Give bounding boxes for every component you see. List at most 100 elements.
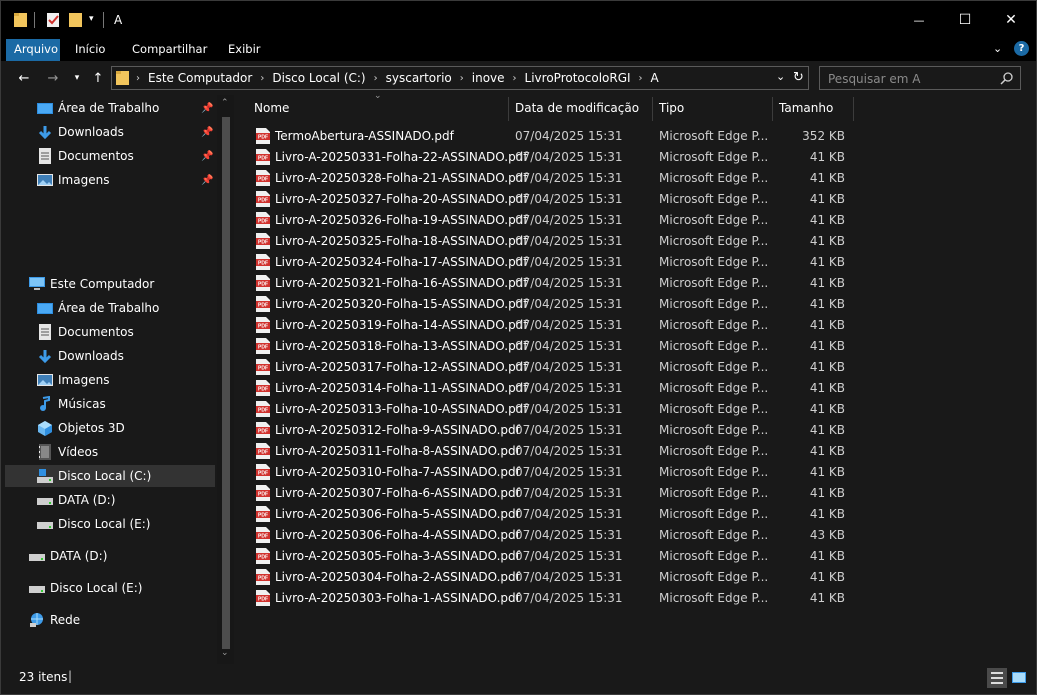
table-row[interactable]: PDF Livro-A-20250311-Folha-8-ASSINADO.pdf… — [235, 441, 1035, 462]
sidebar-item-pc-musicas[interactable]: Músicas — [1, 393, 215, 415]
table-row[interactable]: PDF Livro-A-20250319-Folha-14-ASSINADO.pd… — [235, 315, 1035, 336]
sidebar-item-pc-data-d[interactable]: DATA (D:) — [1, 489, 215, 511]
table-row[interactable]: PDF Livro-A-20250305-Folha-3-ASSINADO.pdf… — [235, 546, 1035, 567]
column-divider[interactable] — [772, 97, 773, 121]
sidebar-item-este-computador[interactable]: Este Computador — [1, 273, 215, 295]
status-divider: | — [68, 669, 73, 683]
column-header-size[interactable]: Tamanho — [779, 95, 833, 121]
sidebar-item-pc-disco-local-c[interactable]: Disco Local (C:) — [5, 465, 215, 487]
breadcrumb-syscartorio[interactable]: syscartorio — [386, 71, 452, 85]
large-icons-view-icon[interactable] — [1009, 668, 1029, 688]
forward-button[interactable]: → — [44, 69, 62, 87]
refresh-icon[interactable]: ↻ — [793, 70, 804, 85]
column-header-date[interactable]: Data de modificação — [515, 95, 639, 121]
properties-icon[interactable] — [46, 12, 62, 28]
table-row[interactable]: PDF Livro-A-20250318-Folha-13-ASSINADO.pd… — [235, 336, 1035, 357]
sidebar-item-pc-videos[interactable]: Vídeos — [1, 441, 215, 463]
sidebar-scrollbar[interactable]: ⌃ ⌄ — [217, 95, 234, 664]
table-row[interactable]: PDF Livro-A-20250321-Folha-16-ASSINADO.pd… — [235, 273, 1035, 294]
table-row[interactable]: PDF Livro-A-20250327-Folha-20-ASSINADO.pd… — [235, 189, 1035, 210]
sidebar-item-pc-area-de-trabalho[interactable]: Área de Trabalho — [1, 297, 215, 319]
folder-icon — [14, 13, 27, 27]
file-date: 07/04/2025 15:31 — [515, 549, 623, 563]
sidebar-label: Área de Trabalho — [58, 101, 160, 115]
table-row[interactable]: PDF Livro-A-20250313-Folha-10-ASSINADO.pd… — [235, 399, 1035, 420]
sidebar-label: Downloads — [58, 349, 124, 363]
table-row[interactable]: PDF Livro-A-20250317-Folha-12-ASSINADO.pd… — [235, 357, 1035, 378]
minimize-button[interactable]: — — [896, 1, 942, 39]
sidebar-item-pc-documentos[interactable]: Documentos — [1, 321, 215, 343]
table-row[interactable]: PDF Livro-A-20250320-Folha-15-ASSINADO.pd… — [235, 294, 1035, 315]
table-row[interactable]: PDF Livro-A-20250314-Folha-11-ASSINADO.pd… — [235, 378, 1035, 399]
breadcrumb-disco-local-c[interactable]: Disco Local (C:) — [272, 71, 365, 85]
sidebar-item-pc-objetos-3d[interactable]: Objetos 3D — [1, 417, 215, 439]
sidebar-item-pc-downloads[interactable]: Downloads — [1, 345, 215, 367]
scroll-up-icon[interactable]: ⌃ — [221, 98, 229, 108]
tab-compartilhar[interactable]: Compartilhar — [124, 39, 215, 61]
sidebar-item-disco-local-e[interactable]: Disco Local (E:) — [1, 577, 215, 599]
table-row[interactable]: PDF Livro-A-20250312-Folha-9-ASSINADO.pdf… — [235, 420, 1035, 441]
documents-icon — [39, 324, 51, 340]
up-button[interactable]: ↑ — [89, 69, 107, 87]
breadcrumb-inove[interactable]: inove — [472, 71, 505, 85]
breadcrumb-livroprotocolorgi[interactable]: LivroProtocoloRGI — [525, 71, 631, 85]
new-folder-icon[interactable] — [69, 12, 83, 28]
table-row[interactable]: PDF Livro-A-20250328-Folha-21-ASSINADO.pd… — [235, 168, 1035, 189]
download-icon — [38, 126, 52, 140]
table-row[interactable]: PDF Livro-A-20250310-Folha-7-ASSINADO.pdf… — [235, 462, 1035, 483]
address-history-icon[interactable]: ⌄ — [776, 70, 785, 83]
table-row[interactable]: PDF TermoAbertura-ASSINADO.pdf 07/04/2025 … — [235, 126, 1035, 147]
table-row[interactable]: PDF Livro-A-20250306-Folha-5-ASSINADO.pdf… — [235, 504, 1035, 525]
sidebar-item-rede[interactable]: Rede — [1, 609, 215, 631]
expand-ribbon-icon[interactable]: ⌄ — [993, 42, 1002, 55]
table-row[interactable]: PDF Livro-A-20250303-Folha-1-ASSINADO.pdf… — [235, 588, 1035, 609]
recent-locations-button[interactable]: ▾ — [68, 69, 86, 87]
sidebar-item-downloads[interactable]: Downloads 📌 — [1, 121, 215, 143]
tab-exibir[interactable]: Exibir — [220, 39, 269, 61]
table-row[interactable]: PDF Livro-A-20250306-Folha-4-ASSINADO.pdf… — [235, 525, 1035, 546]
sidebar-item-imagens[interactable]: Imagens 📌 — [1, 169, 215, 191]
column-header-name[interactable]: Nome — [254, 95, 289, 121]
back-button[interactable]: ← — [15, 69, 33, 87]
details-view-icon[interactable] — [987, 668, 1007, 688]
column-divider[interactable] — [652, 97, 653, 121]
table-row[interactable]: PDF Livro-A-20250331-Folha-22-ASSINADO.pd… — [235, 147, 1035, 168]
column-header-type[interactable]: Tipo — [659, 95, 684, 121]
table-row[interactable]: PDF Livro-A-20250326-Folha-19-ASSINADO.pd… — [235, 210, 1035, 231]
file-name: Livro-A-20250306-Folha-4-ASSINADO.pdf — [275, 528, 520, 542]
sidebar-scrollbar-thumb[interactable] — [222, 117, 230, 649]
chevron-right-icon: › — [512, 72, 517, 84]
breadcrumb-a[interactable]: A — [651, 71, 659, 85]
customize-toolbar-icon[interactable]: ▾ — [89, 14, 94, 30]
sidebar-item-pc-disco-local-e[interactable]: Disco Local (E:) — [1, 513, 215, 535]
sidebar-item-data-d[interactable]: DATA (D:) — [1, 545, 215, 567]
pdf-file-icon: PDF — [256, 548, 270, 564]
address-bar[interactable]: › Este Computador › Disco Local (C:) › s… — [111, 66, 809, 90]
table-row[interactable]: PDF Livro-A-20250307-Folha-6-ASSINADO.pdf… — [235, 483, 1035, 504]
help-icon[interactable]: ? — [1014, 41, 1029, 56]
pdf-file-icon: PDF — [256, 254, 270, 270]
breadcrumb-este-computador[interactable]: Este Computador — [148, 71, 252, 85]
window-title: A — [114, 13, 123, 27]
file-name: Livro-A-20250320-Folha-15-ASSINADO.pdf — [275, 297, 528, 311]
file-date: 07/04/2025 15:31 — [515, 276, 623, 290]
column-divider[interactable] — [508, 97, 509, 121]
file-date: 07/04/2025 15:31 — [515, 150, 623, 164]
file-size: 41 KB — [809, 192, 845, 206]
tab-arquivo[interactable]: Arquivo — [6, 39, 60, 61]
file-name: Livro-A-20250311-Folha-8-ASSINADO.pdf — [275, 444, 520, 458]
sidebar-item-area-de-trabalho[interactable]: Área de Trabalho 📌 — [1, 97, 215, 119]
table-row[interactable]: PDF Livro-A-20250324-Folha-17-ASSINADO.pd… — [235, 252, 1035, 273]
tab-inicio[interactable]: Início — [67, 39, 113, 61]
sidebar-label: Disco Local (E:) — [58, 517, 151, 531]
column-divider[interactable] — [853, 97, 854, 121]
maximize-button[interactable]: ☐ — [942, 1, 988, 39]
sidebar-item-documentos[interactable]: Documentos 📌 — [1, 145, 215, 167]
table-row[interactable]: PDF Livro-A-20250304-Folha-2-ASSINADO.pdf… — [235, 567, 1035, 588]
pdf-file-icon: PDF — [256, 422, 270, 438]
close-button[interactable]: ✕ — [988, 1, 1034, 39]
search-input[interactable]: Pesquisar em A — [819, 66, 1021, 90]
sidebar-item-pc-imagens[interactable]: Imagens — [1, 369, 215, 391]
scroll-down-icon[interactable]: ⌄ — [221, 648, 229, 658]
table-row[interactable]: PDF Livro-A-20250325-Folha-18-ASSINADO.pd… — [235, 231, 1035, 252]
